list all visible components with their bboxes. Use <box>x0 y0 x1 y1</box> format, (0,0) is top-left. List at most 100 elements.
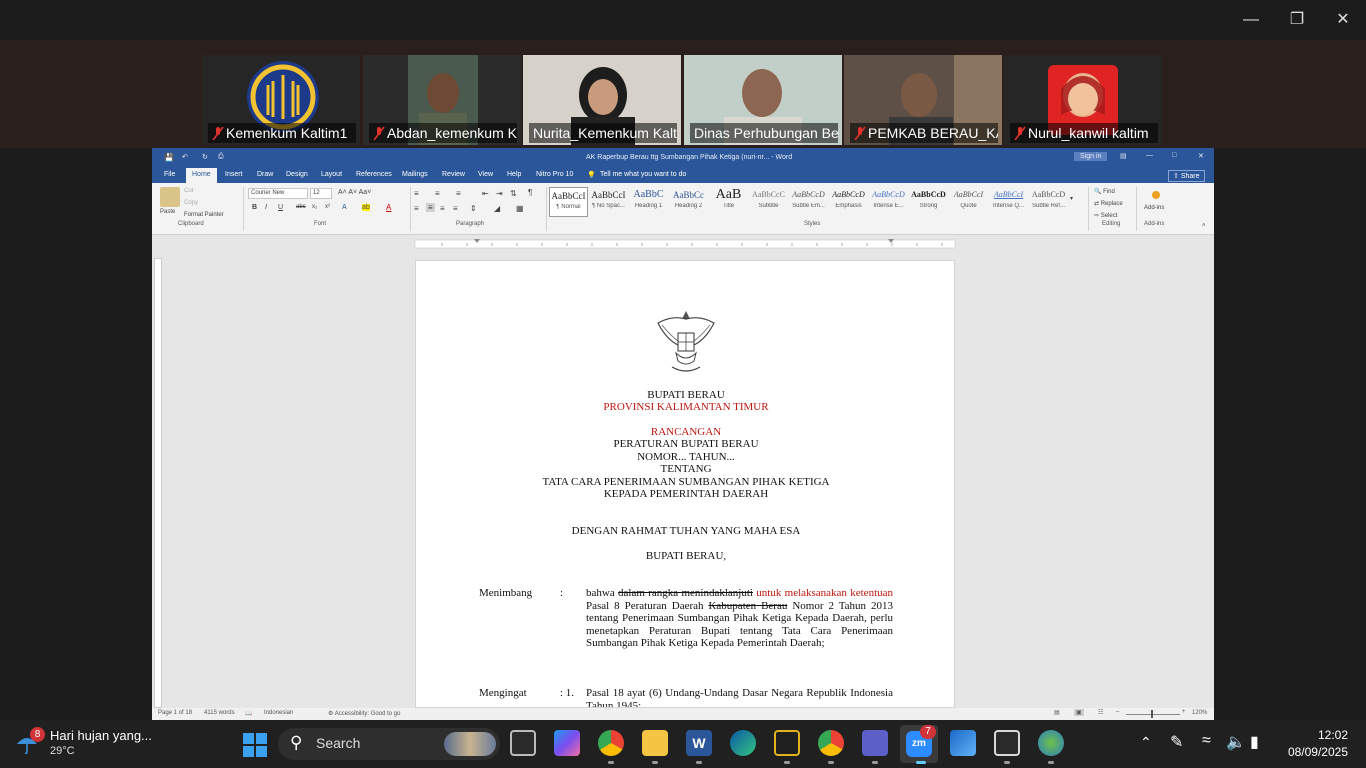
tab-draw[interactable]: Draw <box>257 171 273 178</box>
find-button[interactable]: 🔍 Find <box>1094 188 1115 195</box>
tell-me-search[interactable]: Tell me what you want to do <box>600 171 686 178</box>
tab-view[interactable]: View <box>478 171 493 178</box>
battery-icon[interactable]: ▮ <box>1250 732 1259 752</box>
font-color-icon[interactable]: A <box>386 203 391 212</box>
grow-font-icon[interactable]: A˄ A˅ Aa˅ <box>338 189 371 196</box>
close-icon[interactable]: ✕ <box>1198 152 1204 160</box>
participant-tile-active-speaker[interactable]: Nurita_Kemenkum Kaltim <box>523 55 681 145</box>
document-page[interactable]: BUPATI BERAU PROVINSI KALIMANTAN TIMUR R… <box>415 260 955 708</box>
replace-button[interactable]: ⇄ Replace <box>1094 200 1123 207</box>
chevron-up-icon[interactable]: ⌃ <box>1140 734 1152 751</box>
style-title[interactable]: AaB Title <box>709 187 748 217</box>
tab-references[interactable]: References <box>356 171 392 178</box>
borders-icon[interactable]: ▦ <box>516 204 524 213</box>
style-subtle-reference[interactable]: AaBbCcD Subtle Ref... <box>1029 187 1068 217</box>
collapse-ribbon-icon[interactable]: ˄ <box>1202 223 1206 229</box>
cut-button[interactable]: Cut <box>184 188 193 194</box>
zoom-in-icon[interactable]: + <box>1182 709 1186 715</box>
style-intense-emphasis[interactable]: AaBbCcD Intense E... <box>869 187 908 217</box>
sign-in-button[interactable]: Sign in <box>1074 152 1108 161</box>
participant-tile[interactable]: Nurul_kanwil kaltim <box>1004 55 1162 145</box>
style-emphasis[interactable]: AaBbCcD Emphasis <box>829 187 868 217</box>
subscript-icon[interactable]: x₂ <box>312 204 317 210</box>
style-subtitle[interactable]: AaBbCcC Subtitle <box>749 187 788 217</box>
style-no-spacing[interactable]: AaBbCcI ¶ No Spac... <box>589 187 628 217</box>
zoom-level[interactable]: 120% <box>1192 710 1207 716</box>
style-normal[interactable]: AaBbCcI ¶ Normal <box>549 187 588 217</box>
shading-icon[interactable]: ◢ <box>494 204 500 213</box>
zoom-slider-thumb[interactable] <box>1151 710 1153 718</box>
select-button[interactable]: ⇨ Select <box>1094 212 1117 219</box>
multilevel-list-icon[interactable]: ≡ <box>456 189 461 198</box>
numbering-icon[interactable]: ≡ <box>435 189 440 198</box>
tab-home[interactable]: Home <box>186 168 217 183</box>
participant-tile[interactable]: PEMKAB BERAU_KALT... <box>844 55 1002 145</box>
tab-nitro[interactable]: Nitro Pro 10 <box>536 171 573 178</box>
increase-indent-icon[interactable]: ⇥ <box>496 189 503 198</box>
page-count[interactable]: Page 1 of 18 <box>158 710 192 716</box>
word-count[interactable]: 4115 words <box>204 710 235 716</box>
align-center-icon[interactable]: ≡ <box>426 203 435 212</box>
taskbar-search[interactable]: ⚲ Search <box>278 728 500 760</box>
teams-icon[interactable] <box>862 730 888 756</box>
font-name-select[interactable]: Courier New <box>248 188 308 199</box>
participant-tile[interactable]: Kemenkum Kaltim1 <box>202 55 360 145</box>
file-explorer-icon[interactable] <box>642 730 668 756</box>
sort-icon[interactable]: ⇅ <box>510 189 517 198</box>
paste-icon[interactable] <box>160 187 180 207</box>
tab-layout[interactable]: Layout <box>321 171 342 178</box>
participant-tile[interactable]: Dinas Perhubungan Berau <box>684 55 842 145</box>
tab-file[interactable]: File <box>164 171 175 178</box>
weather-text[interactable]: Hari hujan yang... <box>50 728 152 743</box>
tab-review[interactable]: Review <box>442 171 465 178</box>
copy-button[interactable]: Copy <box>184 200 198 206</box>
tab-help[interactable]: Help <box>507 171 521 178</box>
sticky-app-icon[interactable] <box>774 730 800 756</box>
align-right-icon[interactable]: ≡ <box>440 204 445 213</box>
maximize-icon[interactable]: □ <box>1172 152 1176 159</box>
italic-icon[interactable]: I <box>265 204 267 211</box>
participant-tile[interactable]: Abdan_kemenkum Ka... <box>363 55 521 145</box>
underline-icon[interactable]: U <box>278 204 283 211</box>
undo-icon[interactable]: ↶ <box>182 153 188 161</box>
paste-button[interactable]: Paste <box>160 209 175 215</box>
chrome-icon[interactable] <box>598 730 624 756</box>
redo-icon[interactable]: ↻ <box>202 153 208 161</box>
tab-mailings[interactable]: Mailings <box>402 171 428 178</box>
text-effects-icon[interactable]: A <box>342 204 347 211</box>
style-subtle-emphasis[interactable]: AaBbCcD Subtle Em... <box>789 187 828 217</box>
windows-start-icon[interactable] <box>243 733 267 757</box>
zoom-slider[interactable] <box>1126 714 1180 715</box>
close-button[interactable]: ✕ <box>1328 8 1358 32</box>
style-strong[interactable]: AaBbCcD Strong <box>909 187 948 217</box>
word-icon[interactable]: W <box>686 730 712 756</box>
tab-insert[interactable]: Insert <box>225 171 243 178</box>
style-quote[interactable]: AaBbCcI Quote <box>949 187 988 217</box>
share-button[interactable]: ⇧ Share <box>1168 170 1205 182</box>
styles-more-icon[interactable]: ▾ <box>1070 195 1073 202</box>
restore-button[interactable]: ❐ <box>1282 8 1312 32</box>
volume-icon[interactable]: 🔈 <box>1226 732 1246 752</box>
bold-icon[interactable]: B <box>252 204 257 211</box>
line-spacing-icon[interactable]: ⇕ <box>470 204 477 213</box>
save-icon[interactable]: 💾 <box>164 153 174 162</box>
task-view-icon[interactable] <box>510 730 536 756</box>
copilot-icon[interactable] <box>554 730 580 756</box>
superscript-icon[interactable]: x² <box>325 204 330 210</box>
strikethrough-icon[interactable]: abc <box>296 204 306 210</box>
zoom-out-icon[interactable]: – <box>1116 709 1119 715</box>
format-painter-button[interactable]: Format Painter <box>184 212 224 218</box>
wifi-icon[interactable]: ≈ <box>1202 732 1211 750</box>
clock-date[interactable]: 08/09/2025 <box>1278 745 1348 759</box>
pen-icon[interactable]: ✎ <box>1170 732 1183 752</box>
minimize-button[interactable]: — <box>1236 8 1266 32</box>
snipping-tool-icon[interactable] <box>994 730 1020 756</box>
maps-app-icon[interactable] <box>1038 730 1064 756</box>
vertical-ruler[interactable] <box>154 258 162 708</box>
minimize-icon[interactable]: — <box>1146 152 1153 159</box>
proofing-icon[interactable]: 📖 <box>245 710 252 717</box>
style-heading-1[interactable]: AaBbC Heading 1 <box>629 187 668 217</box>
read-mode-icon[interactable]: ▤ <box>1054 709 1060 716</box>
show-formatting-icon[interactable]: ¶ <box>528 188 532 197</box>
print-layout-icon[interactable]: ▣ <box>1074 709 1084 716</box>
